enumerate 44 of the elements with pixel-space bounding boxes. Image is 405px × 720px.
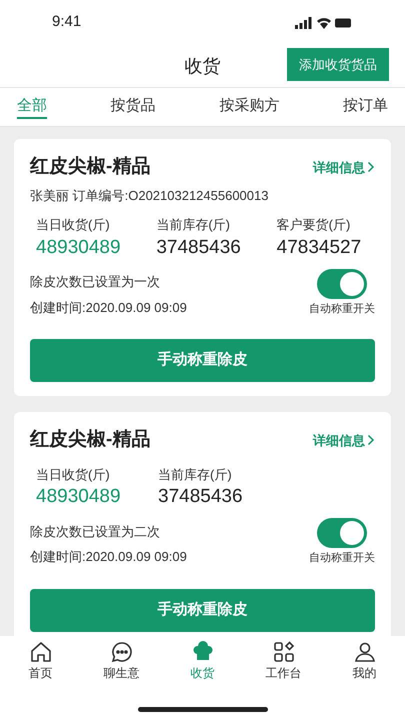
created-time: 创建时间:2020.09.09 09:09 (30, 298, 187, 316)
stat-label: 当前库存(斤) (156, 216, 231, 234)
nav-tab[interactable]: 首页 (10, 640, 70, 682)
grid-icon (272, 640, 296, 664)
stat-value: 37485436 (156, 236, 242, 260)
goods-title: 红皮尖椒-精品 (30, 155, 150, 179)
stat-value: 48930489 (36, 236, 122, 260)
add-goods-button[interactable]: 添加收货货品 (287, 48, 389, 81)
filter-tab[interactable]: 全部 (17, 95, 47, 119)
stat-value: 37485436 (158, 485, 244, 509)
chevron-right-icon (367, 434, 375, 446)
stat-label: 当前库存(斤) (158, 466, 233, 484)
nav-tab[interactable]: 收货 (172, 640, 232, 682)
page-title: 收货 (184, 54, 220, 78)
stat-value: 47834527 (276, 236, 362, 260)
nav-tab[interactable]: 我的 (334, 640, 394, 682)
switch-label: 自动称重开关 (309, 550, 375, 566)
chevron-right-icon (367, 161, 375, 174)
tare-note: 除皮次数已设置为二次 (30, 522, 161, 540)
user-icon (352, 640, 376, 664)
auto-weigh-switch[interactable] (317, 268, 367, 298)
nav-tab[interactable]: 聊生意 (92, 640, 152, 682)
stat-label: 客户要货(斤) (276, 216, 352, 234)
nav-tab[interactable]: 工作台 (254, 640, 314, 682)
manual-weigh-button[interactable]: 手动称重除皮 (30, 339, 375, 382)
created-time: 创建时间:2020.09.09 09:09 (30, 548, 187, 566)
detail-link[interactable]: 详细信息 (313, 430, 375, 450)
auto-weigh-switch[interactable] (317, 518, 367, 548)
order-info: 张美丽 订单编号:O202103212455600013 (30, 186, 270, 204)
chat-bubble-icon (110, 640, 134, 664)
manual-weigh-button[interactable]: 手动称重除皮 (30, 588, 375, 632)
tare-note: 除皮次数已设置为一次 (30, 273, 161, 291)
filter-tab[interactable]: 按订单 (342, 95, 388, 119)
stat-value: 48930489 (36, 485, 122, 509)
status-time: 9:41 (52, 12, 82, 32)
stat-label: 当日收货(斤) (36, 466, 111, 484)
stat-label: 当日收货(斤) (36, 216, 111, 234)
goods-title: 红皮尖椒-精品 (30, 428, 150, 452)
home-icon (28, 640, 52, 664)
detail-link[interactable]: 详细信息 (313, 158, 375, 177)
filter-tab[interactable]: 按货品 (110, 95, 156, 119)
switch-label: 自动称重开关 (309, 302, 375, 316)
status-icons (295, 16, 353, 28)
filter-tab[interactable]: 按采购方 (219, 95, 280, 119)
